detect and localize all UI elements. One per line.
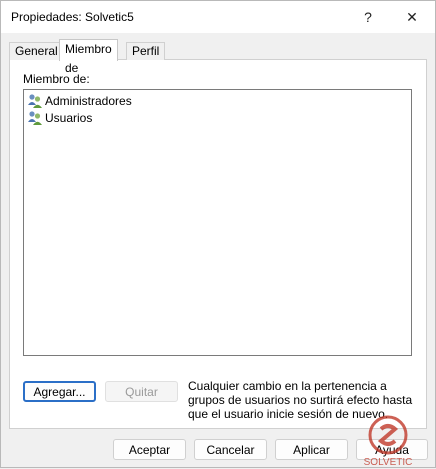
ok-button[interactable]: Aceptar — [113, 439, 186, 460]
cancel-button[interactable]: Cancelar — [194, 439, 267, 460]
svg-text:SOLVETIC: SOLVETIC — [364, 457, 413, 468]
title-bar: Propiedades: Solvetic5 ? ✕ — [1, 1, 435, 33]
apply-button[interactable]: Aplicar — [275, 439, 348, 460]
remove-button[interactable]: Quitar — [105, 381, 178, 402]
list-item-label: Administradores — [45, 94, 132, 108]
group-icon — [28, 94, 42, 108]
solvetic-watermark: SOLVETIC — [364, 415, 413, 468]
member-of-list[interactable]: Administradores Usuarios — [23, 89, 412, 356]
list-item[interactable]: Usuarios — [27, 110, 92, 126]
close-button[interactable]: ✕ — [389, 1, 435, 33]
member-of-label: Miembro de: — [23, 72, 90, 86]
properties-dialog: Propiedades: Solvetic5 ? ✕ General Miemb… — [0, 0, 436, 468]
tab-member-of[interactable]: Miembro de — [59, 39, 118, 75]
question-icon: ? — [364, 9, 372, 25]
list-item[interactable]: Administradores — [27, 93, 132, 109]
list-item-label: Usuarios — [45, 111, 93, 125]
close-icon: ✕ — [406, 8, 418, 25]
tab-profile[interactable]: Perfil — [126, 42, 166, 60]
tab-general[interactable]: General — [9, 42, 64, 60]
add-button[interactable]: Agregar... — [23, 381, 96, 402]
window-title: Propiedades: Solvetic5 — [11, 10, 134, 24]
group-icon — [28, 111, 42, 125]
help-title-button[interactable]: ? — [345, 1, 391, 33]
